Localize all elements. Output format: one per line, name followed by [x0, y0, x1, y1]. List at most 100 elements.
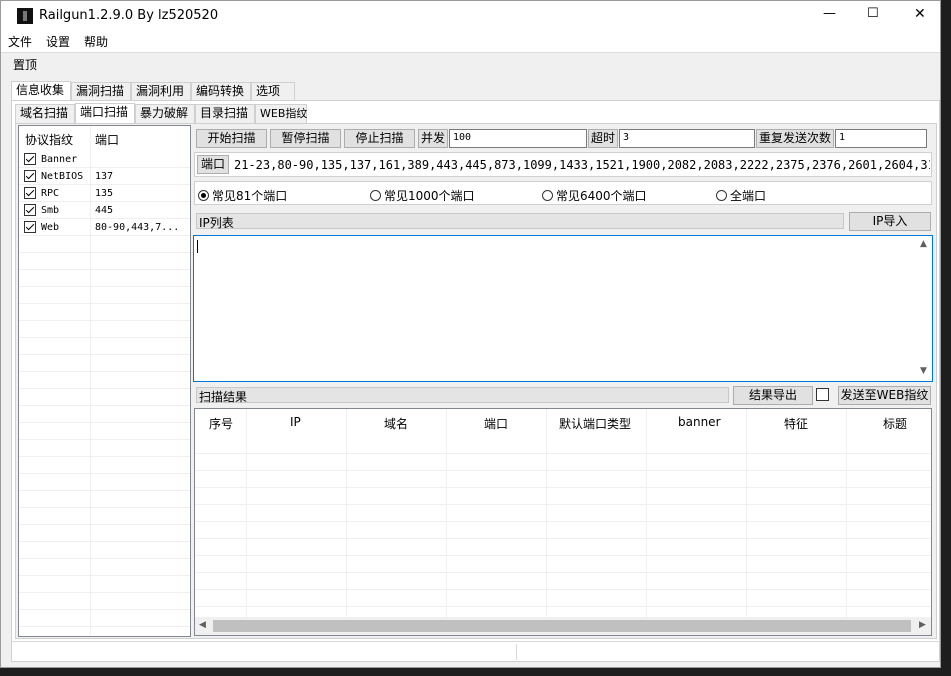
tab-vuln-exploit[interactable]: 漏洞利用	[131, 82, 191, 101]
empty-row	[19, 355, 190, 372]
pin-on-top-toggle[interactable]: 置顶	[13, 56, 37, 73]
protocol-row[interactable]: Web 80-90,443,7...	[19, 219, 190, 236]
desktop-background	[941, 0, 951, 676]
empty-row	[195, 539, 931, 556]
radio-dot-icon	[370, 190, 381, 201]
protocol-port: 80-90,443,7...	[95, 222, 180, 233]
empty-row	[195, 505, 931, 522]
column-header-port[interactable]: 端口	[484, 415, 508, 432]
send-to-web-checkbox[interactable]	[816, 388, 829, 401]
column-header-ip[interactable]: IP	[290, 415, 301, 429]
protocol-name: Smb	[41, 205, 60, 216]
chevron-left-icon[interactable]: ◀	[199, 620, 206, 630]
empty-row	[19, 508, 190, 525]
text-caret	[197, 240, 198, 253]
empty-row	[195, 437, 931, 454]
protocol-port: 137	[95, 171, 114, 182]
port-input[interactable]: 21-23,80-90,135,137,161,389,443,445,873,…	[234, 158, 930, 172]
empty-row	[19, 287, 190, 304]
empty-row	[19, 236, 190, 253]
protocol-row[interactable]: Smb 445	[19, 202, 190, 219]
horizontal-scrollbar[interactable]: ◀ ▶	[195, 617, 931, 635]
port-row: 端口 21-23,80-90,135,137,161,389,443,445,8…	[194, 152, 932, 177]
subtab-dir-scan[interactable]: 目录扫描	[195, 104, 255, 123]
close-button[interactable]: ✕	[914, 6, 926, 22]
port-preset-all[interactable]: 全端口	[716, 187, 766, 204]
scrollbar-thumb[interactable]	[213, 620, 911, 632]
menu-file[interactable]: 文件	[1, 32, 39, 51]
empty-row	[195, 454, 931, 471]
menu-settings[interactable]: 设置	[39, 32, 77, 51]
export-results-button[interactable]: 结果导出	[733, 386, 813, 405]
results-label: 扫描结果	[199, 390, 248, 404]
subtab-brute-force[interactable]: 暴力破解	[135, 104, 195, 123]
menu-help[interactable]: 帮助	[77, 32, 115, 51]
port-label[interactable]: 端口	[197, 155, 229, 174]
results-table: 序号 IP 域名 端口 默认端口类型 banner 特征 标题 ◀ ▶	[194, 408, 932, 636]
empty-row	[19, 253, 190, 270]
stop-scan-button[interactable]: 停止扫描	[344, 129, 415, 148]
port-preset-81[interactable]: 常见81个端口	[198, 187, 287, 204]
subtab-domain-scan[interactable]: 域名扫描	[15, 104, 75, 123]
tab-info-gathering[interactable]: 信息收集	[11, 81, 71, 101]
ip-list-textarea[interactable]: ▲ ▼	[193, 235, 933, 382]
empty-row	[19, 457, 190, 474]
column-header-banner[interactable]: banner	[678, 415, 721, 429]
column-header-default-port-type[interactable]: 默认端口类型	[559, 415, 631, 432]
empty-row	[195, 573, 931, 590]
protocol-row[interactable]: NetBIOS 137	[19, 168, 190, 185]
timeout-label: 超时	[588, 129, 618, 148]
protocol-row[interactable]: RPC 135	[19, 185, 190, 202]
column-header-domain[interactable]: 域名	[384, 415, 408, 432]
empty-row	[19, 270, 190, 287]
protocol-checkbox[interactable]	[24, 221, 36, 233]
empty-row	[19, 440, 190, 457]
empty-row	[195, 488, 931, 505]
port-preset-group: 常见81个端口 常见1000个端口 常见6400个端口 全端口	[194, 181, 932, 205]
tab-encoding[interactable]: 编码转换	[191, 82, 251, 101]
chevron-right-icon[interactable]: ▶	[919, 620, 926, 630]
chevron-down-icon[interactable]: ▼	[920, 366, 927, 376]
subtab-web-fingerprint[interactable]: WEB指纹	[255, 104, 307, 123]
port-preset-1000[interactable]: 常见1000个端口	[370, 187, 475, 204]
column-header-feature[interactable]: 特征	[784, 415, 808, 432]
protocol-header-port[interactable]: 端口	[95, 131, 119, 148]
port-preset-label: 常见1000个端口	[384, 189, 475, 203]
start-scan-button[interactable]: 开始扫描	[196, 129, 267, 148]
pause-scan-button[interactable]: 暂停扫描	[270, 129, 341, 148]
concurrency-input[interactable]: 100	[449, 129, 587, 148]
empty-row	[19, 423, 190, 440]
protocol-row[interactable]: Banner	[19, 151, 190, 168]
radio-dot-icon	[716, 190, 727, 201]
ip-import-button[interactable]: IP导入	[849, 212, 931, 231]
empty-row	[19, 610, 190, 627]
empty-row	[19, 491, 190, 508]
protocol-table-body: Banner NetBIOS 137 RPC 135 Smb 445 Web 8…	[19, 151, 190, 636]
timeout-input[interactable]: 3	[619, 129, 755, 148]
protocol-checkbox[interactable]	[24, 187, 36, 199]
chevron-up-icon[interactable]: ▲	[920, 239, 927, 249]
retry-input[interactable]: 1	[835, 129, 927, 148]
retry-label: 重复发送次数	[756, 129, 834, 148]
tab-vuln-scan[interactable]: 漏洞扫描	[71, 82, 131, 101]
protocol-checkbox[interactable]	[24, 170, 36, 182]
radio-dot-icon	[542, 190, 553, 201]
minimize-button[interactable]: —	[823, 6, 836, 21]
port-preset-6400[interactable]: 常见6400个端口	[542, 187, 647, 204]
title-bar: Railgun1.2.9.0 By lz520520 — ☐ ✕	[1, 1, 940, 32]
column-header-index[interactable]: 序号	[209, 415, 233, 432]
column-header-title[interactable]: 标题	[883, 415, 907, 432]
protocol-header-name[interactable]: 协议指纹	[25, 131, 73, 148]
subtab-port-scan[interactable]: 端口扫描	[75, 103, 135, 123]
status-divider	[516, 644, 517, 660]
empty-row	[19, 542, 190, 559]
send-to-web-fingerprint-button[interactable]: 发送至WEB指纹	[838, 386, 931, 405]
protocol-checkbox[interactable]	[24, 204, 36, 216]
protocol-checkbox[interactable]	[24, 153, 36, 165]
maximize-button[interactable]: ☐	[867, 6, 879, 21]
tab-options[interactable]: 选项	[251, 82, 295, 101]
empty-row	[19, 304, 190, 321]
vertical-scrollbar[interactable]: ▲ ▼	[917, 236, 932, 381]
empty-row	[19, 474, 190, 491]
empty-row	[19, 576, 190, 593]
